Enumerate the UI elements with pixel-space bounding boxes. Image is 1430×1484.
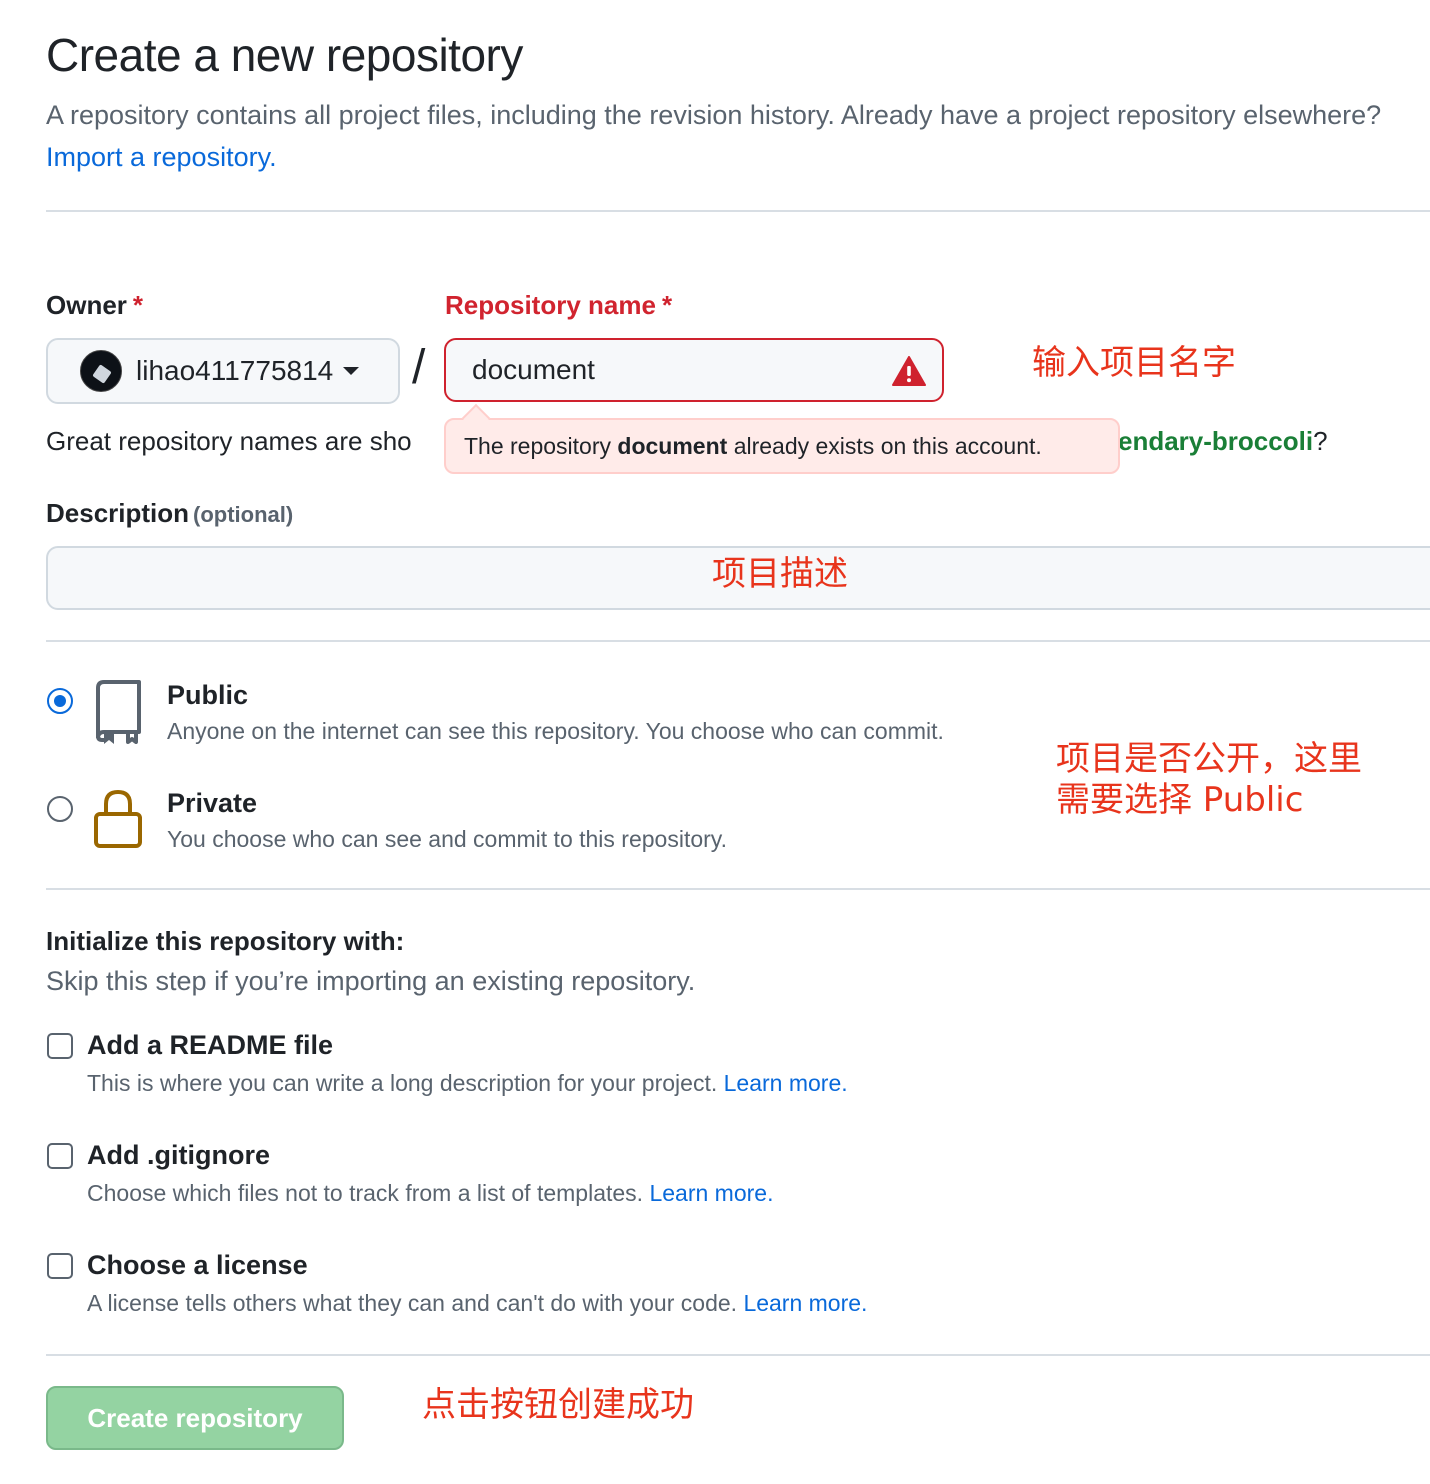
create-repository-button[interactable]: Create repository (46, 1386, 344, 1450)
name-hint-suffix: ? (1313, 426, 1328, 456)
owner-repo-separator: / (412, 341, 426, 394)
readme-title: Add a README file (87, 1030, 334, 1060)
divider (46, 1354, 1430, 1356)
repo-name-label-text: Repository name (445, 290, 656, 320)
readme-desc-text: This is where you can write a long descr… (87, 1070, 718, 1096)
divider (46, 640, 1430, 642)
page-title: Create a new repository (46, 29, 523, 81)
gitignore-checkbox[interactable] (47, 1143, 73, 1169)
alert-icon (892, 356, 926, 386)
annotation-repo-name: 输入项目名字 (1032, 343, 1236, 383)
suggested-name-link[interactable]: endary-broccoli (1118, 426, 1313, 456)
intro-text: A repository contains all project files,… (46, 100, 1382, 130)
public-description: Anyone on the internet can see this repo… (167, 718, 944, 744)
annotation-description: 项目描述 (712, 554, 848, 594)
required-mark: * (661, 290, 673, 320)
private-radio[interactable] (47, 796, 73, 822)
gitignore-desc-text: Choose which files not to track from a l… (87, 1180, 644, 1206)
description-label-text: Description (46, 498, 190, 528)
license-title: Choose a license (87, 1250, 308, 1280)
name-hint-suggestion-row: endary-broccoli? (1118, 426, 1328, 457)
readme-checkbox[interactable] (47, 1033, 73, 1059)
import-repository-link[interactable]: Import a repository. (46, 142, 277, 172)
repo-book-icon (96, 680, 141, 744)
required-mark: * (132, 290, 144, 320)
repo-name-input[interactable] (444, 338, 944, 402)
private-title: Private (167, 788, 258, 818)
lock-icon (94, 789, 142, 848)
annotation-visibility-1: 项目是否公开，这里 (1056, 739, 1362, 779)
divider (46, 888, 1430, 890)
readme-description: This is where you can write a long descr… (87, 1070, 848, 1097)
initialize-title: Initialize this repository with: (46, 926, 405, 956)
license-checkbox[interactable] (47, 1253, 73, 1279)
avatar (80, 350, 122, 392)
error-prefix: The repository (464, 432, 612, 459)
description-label: Description (optional) (46, 498, 293, 529)
repo-name-error-tooltip: The repository document already exists o… (444, 418, 1120, 474)
license-description: A license tells others what they can and… (87, 1290, 867, 1317)
page-intro: A repository contains all project files,… (46, 94, 1386, 178)
license-desc-text: A license tells others what they can and… (87, 1290, 738, 1316)
owner-name: lihao411775814 (136, 355, 334, 386)
annotation-create-button: 点击按钮创建成功 (422, 1385, 694, 1425)
owner-label: Owner * (46, 290, 143, 321)
error-repo-name: document (617, 432, 728, 459)
initialize-subtitle: Skip this step if you’re importing an ex… (46, 966, 696, 996)
license-learn-more-link[interactable]: Learn more. (743, 1290, 867, 1316)
private-description: You choose who can see and commit to thi… (167, 826, 727, 852)
optional-tag: (optional) (193, 502, 294, 527)
public-title: Public (167, 680, 249, 710)
error-suffix: already exists on this account. (733, 432, 1042, 459)
name-hint-prefix: Great repository names are sho (46, 426, 412, 456)
repo-name-label: Repository name * (445, 290, 672, 321)
gitignore-description: Choose which files not to track from a l… (87, 1180, 773, 1207)
divider (46, 210, 1430, 212)
annotation-visibility-2: 需要选择 Public (1056, 780, 1304, 820)
owner-select[interactable]: lihao411775814 (46, 338, 400, 404)
public-radio[interactable] (47, 688, 73, 714)
chevron-down-icon (343, 367, 360, 375)
gitignore-learn-more-link[interactable]: Learn more. (649, 1180, 773, 1206)
owner-label-text: Owner (46, 290, 127, 320)
readme-learn-more-link[interactable]: Learn more. (724, 1070, 848, 1096)
gitignore-title: Add .gitignore (87, 1140, 270, 1170)
